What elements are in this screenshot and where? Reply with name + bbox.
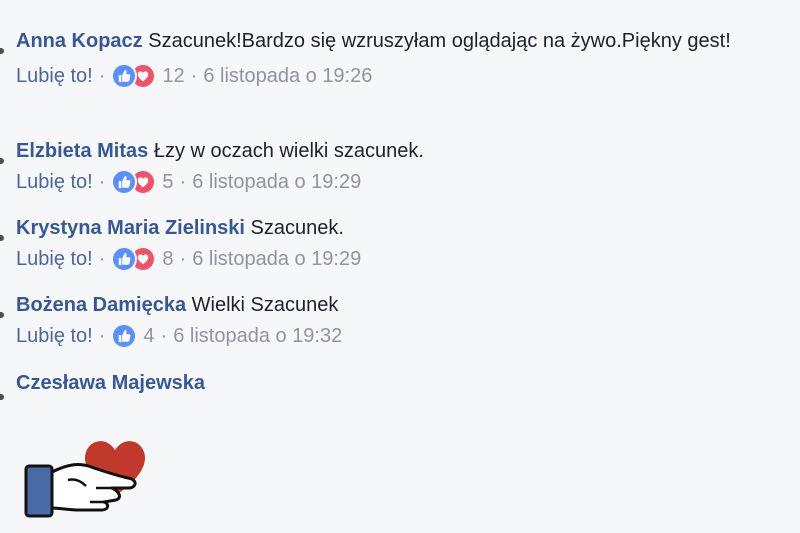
like-link[interactable]: Lubię to! bbox=[16, 169, 93, 195]
comment-body: Krystyna Maria Zielinski Szacunek. bbox=[16, 213, 780, 244]
reaction-icons[interactable] bbox=[111, 246, 157, 272]
comment-timestamp[interactable]: 6 listopada o 19:29 bbox=[192, 246, 361, 272]
comment-marker bbox=[0, 158, 4, 164]
comment-body: Anna Kopacz Szacunek!Bardzo się wzruszył… bbox=[16, 26, 756, 57]
like-icon bbox=[111, 323, 138, 349]
comment-timestamp[interactable]: 6 listopada o 19:32 bbox=[173, 323, 342, 349]
comment-author[interactable]: Bożena Damięcka bbox=[16, 294, 186, 316]
like-link[interactable]: Lubię to! bbox=[16, 246, 93, 272]
reaction-count[interactable]: 8 bbox=[162, 246, 173, 272]
comment-item: Anna Kopacz Szacunek!Bardzo się wzruszył… bbox=[0, 26, 780, 89]
separator: · bbox=[179, 171, 187, 193]
reaction-icons[interactable] bbox=[111, 323, 138, 349]
reaction-icons[interactable] bbox=[111, 169, 157, 195]
comment-text: Szacunek!Bardzo się wzruszyłam oglądając… bbox=[148, 30, 731, 52]
comment-meta: Lubię to! · 8 · 6 listopada o 19:29 bbox=[16, 246, 780, 272]
like-link[interactable]: Lubię to! bbox=[16, 63, 93, 89]
comment-meta: Lubię to! · 4 · 6 listopada o 19:32 bbox=[16, 323, 780, 349]
comment-author[interactable]: Elzbieta Mitas bbox=[16, 140, 148, 162]
reaction-icons[interactable] bbox=[111, 63, 157, 89]
comment-author[interactable]: Krystyna Maria Zielinski bbox=[16, 217, 245, 239]
reaction-count[interactable]: 12 bbox=[162, 63, 184, 89]
comment-marker bbox=[0, 235, 4, 241]
comment-meta: Lubię to! · 5 · 6 listopada o 19:29 bbox=[16, 169, 780, 195]
reaction-count[interactable]: 5 bbox=[162, 169, 173, 195]
hand-holding-heart-sticker[interactable] bbox=[20, 424, 160, 522]
separator: · bbox=[98, 325, 106, 347]
comment-item: Krystyna Maria Zielinski Szacunek. Lubię… bbox=[0, 213, 780, 272]
separator: · bbox=[179, 248, 187, 270]
comment-body: Bożena Damięcka Wielki Szacunek bbox=[16, 290, 780, 321]
comment-author[interactable]: Czesława Majewska bbox=[16, 372, 205, 394]
comment-marker bbox=[0, 48, 4, 54]
separator: · bbox=[98, 171, 106, 193]
comment-timestamp[interactable]: 6 listopada o 19:29 bbox=[192, 169, 361, 195]
separator: · bbox=[98, 65, 106, 87]
comment-meta: Lubię to! · 12 · 6 listopada o 19:26 bbox=[16, 63, 780, 89]
comment-marker bbox=[0, 312, 4, 318]
comment-item: Elzbieta Mitas Łzy w oczach wielki szacu… bbox=[0, 136, 780, 195]
comment-text: Wielki Szacunek bbox=[191, 294, 339, 316]
comment-item: Czesława Majewska bbox=[0, 368, 780, 400]
separator: · bbox=[160, 325, 168, 347]
comment-author[interactable]: Anna Kopacz bbox=[16, 30, 143, 52]
reaction-count[interactable]: 4 bbox=[143, 323, 154, 349]
comment-text: Szacunek. bbox=[250, 217, 344, 239]
comment-body: Czesława Majewska bbox=[16, 368, 780, 399]
separator: · bbox=[98, 248, 106, 270]
separator: · bbox=[190, 65, 198, 87]
comment-body: Elzbieta Mitas Łzy w oczach wielki szacu… bbox=[16, 136, 780, 167]
like-link[interactable]: Lubię to! bbox=[16, 323, 93, 349]
comment-item: Bożena Damięcka Wielki Szacunek Lubię to… bbox=[0, 290, 780, 349]
sleeve-cuff bbox=[24, 464, 54, 518]
comment-timestamp[interactable]: 6 listopada o 19:26 bbox=[203, 63, 372, 89]
comment-text: Łzy w oczach wielki szacunek. bbox=[153, 140, 424, 162]
comment-marker bbox=[0, 394, 4, 400]
